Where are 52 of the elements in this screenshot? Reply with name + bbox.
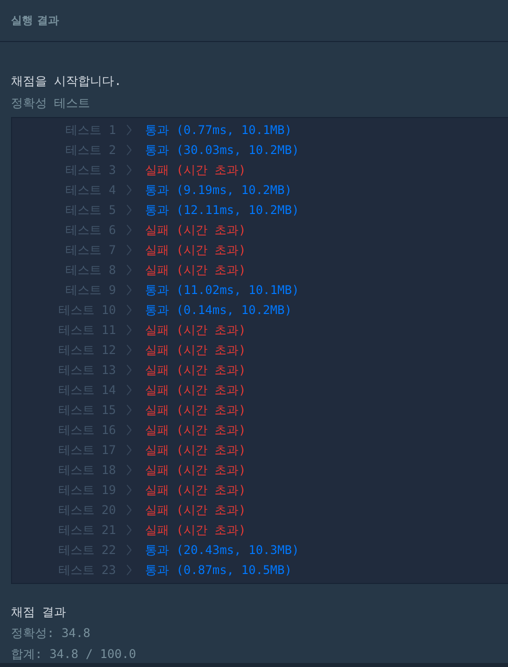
- test-result: 실패 (시간 초과): [145, 342, 246, 358]
- test-result: 통과 (0.87ms, 10.5MB): [145, 562, 292, 578]
- test-result: 통과 (12.11ms, 10.2MB): [145, 202, 300, 218]
- total-score: 합계: 34.8 / 100.0: [11, 646, 138, 662]
- test-result: 실패 (시간 초과): [145, 242, 246, 258]
- result-title: 채점 결과: [11, 604, 68, 620]
- chevron-icon: [126, 504, 132, 516]
- chevron-icon: [126, 404, 132, 416]
- chevron-icon: [126, 164, 132, 176]
- chevron-icon: [126, 444, 132, 456]
- test-result: 통과 (0.14ms, 10.2MB): [145, 302, 292, 318]
- test-result: 실패 (시간 초과): [145, 322, 246, 338]
- test-result: 통과 (11.02ms, 10.1MB): [145, 282, 300, 298]
- chevron-icon: [126, 224, 132, 236]
- test-result: 통과 (30.03ms, 10.2MB): [145, 142, 300, 158]
- chevron-icon: [126, 284, 132, 296]
- chevron-icon: [126, 264, 132, 276]
- test-result: 실패 (시간 초과): [145, 442, 246, 458]
- test-result: 통과 (20.43ms, 10.3MB): [145, 542, 300, 558]
- test-result: 실패 (시간 초과): [145, 382, 246, 398]
- test-result: 통과 (0.77ms, 10.1MB): [145, 122, 292, 138]
- chevron-icon: [126, 464, 132, 476]
- grading-start-message: 채점을 시작합니다.: [11, 73, 122, 89]
- test-result: 실패 (시간 초과): [145, 522, 246, 538]
- test-result: 통과 (9.19ms, 10.2MB): [145, 182, 292, 198]
- test-result: 실패 (시간 초과): [145, 502, 246, 518]
- chevron-icon: [126, 124, 132, 136]
- chevron-icon: [126, 524, 132, 536]
- test-result: 실패 (시간 초과): [145, 422, 246, 438]
- chevron-icon: [126, 184, 132, 196]
- chevron-icon: [126, 144, 132, 156]
- chevron-icon: [126, 424, 132, 436]
- chevron-icon: [126, 344, 132, 356]
- test-result: 실패 (시간 초과): [145, 462, 246, 478]
- chevron-icon: [126, 544, 132, 556]
- chevron-icon: [126, 304, 132, 316]
- test-result: 실패 (시간 초과): [145, 362, 246, 378]
- chevron-icon: [126, 324, 132, 336]
- chevron-icon: [126, 564, 132, 576]
- section-title: 정확성 테스트: [11, 95, 92, 111]
- panel-title: 실행 결과: [11, 13, 59, 28]
- test-result: 실패 (시간 초과): [145, 402, 246, 418]
- chevron-icon: [126, 244, 132, 256]
- accuracy-score: 정확성: 34.8: [11, 625, 92, 641]
- test-result: 실패 (시간 초과): [145, 162, 246, 178]
- test-result: 실패 (시간 초과): [145, 262, 246, 278]
- test-result: 실패 (시간 초과): [145, 222, 246, 238]
- chevron-icon: [126, 204, 132, 216]
- chevron-icon: [126, 384, 132, 396]
- test-result: 실패 (시간 초과): [145, 482, 246, 498]
- chevron-icon: [126, 484, 132, 496]
- chevron-icon: [126, 364, 132, 376]
